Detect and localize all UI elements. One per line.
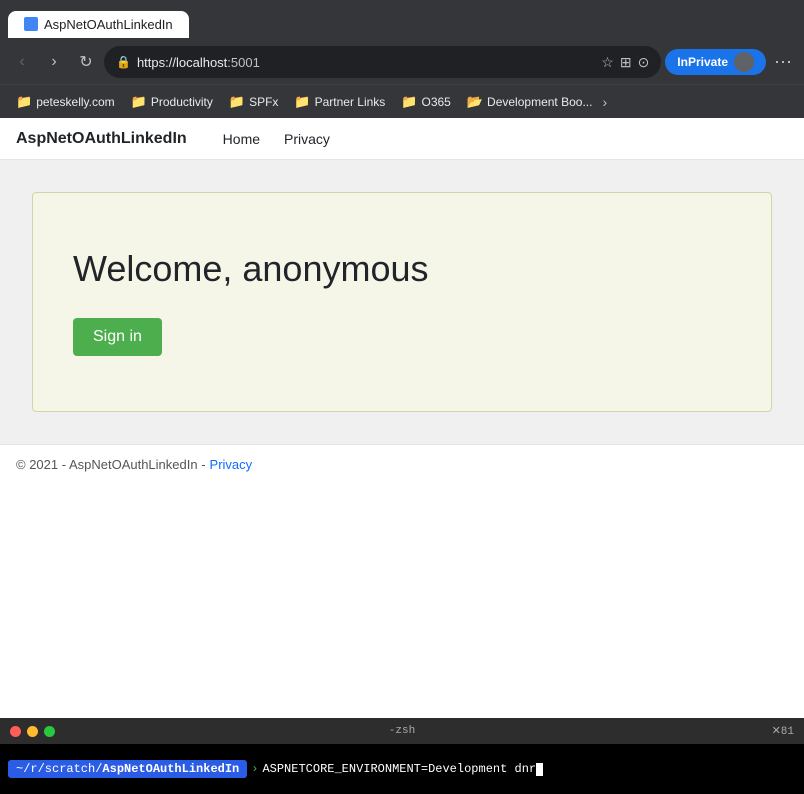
bookmark-peteskelly[interactable]: 📁 peteskelly.com	[8, 90, 123, 114]
terminal-minimize-dot[interactable]	[27, 726, 38, 737]
nav-home[interactable]: Home	[211, 123, 272, 155]
address-bar[interactable]: 🔒 https://localhost:5001 ☆ ⊞ ⊙	[104, 46, 661, 78]
avatar	[734, 52, 754, 72]
bookmarks-bar: 📁 peteskelly.com 📁 Productivity 📁 SPFx 📁…	[0, 84, 804, 118]
terminal-arrow: ›	[251, 762, 258, 776]
terminal-titlebar: -zsh ✕81	[0, 718, 804, 744]
more-button[interactable]: ⋯	[770, 52, 796, 73]
url-port: :5001	[227, 55, 260, 70]
bookmark-label: Partner Links	[315, 95, 386, 109]
terminal-size: ✕81	[772, 724, 794, 738]
terminal-path-base: ~/r/scratch/	[16, 762, 102, 776]
terminal-maximize-dot[interactable]	[44, 726, 55, 737]
bookmark-partner-links[interactable]: 📁 Partner Links	[286, 90, 393, 114]
main-content-card: Welcome, anonymous Sign in	[32, 192, 772, 412]
terminal-cursor	[536, 763, 543, 776]
tab-bar: AspNetOAuthLinkedIn	[0, 0, 804, 40]
nav-privacy[interactable]: Privacy	[272, 123, 342, 155]
refresh-button[interactable]: ↻	[72, 48, 100, 76]
inprivate-button[interactable]: InPrivate	[665, 49, 766, 75]
lock-icon: 🔒	[116, 55, 131, 69]
inprivate-label: InPrivate	[677, 55, 728, 69]
bookmark-label: O365	[422, 95, 451, 109]
back-button[interactable]: ‹	[8, 48, 36, 76]
star-icon[interactable]: ☆	[601, 54, 614, 71]
folder-icon: 📁	[229, 94, 245, 110]
profile-icon[interactable]: ⊙	[638, 54, 650, 71]
app-brand: AspNetOAuthLinkedIn	[16, 130, 187, 148]
welcome-heading: Welcome, anonymous	[73, 248, 731, 290]
app-nav: Home Privacy	[211, 123, 342, 155]
terminal-command: ASPNETCORE_ENVIRONMENT=Development dnr	[262, 762, 536, 776]
folder-icon: 📂	[467, 94, 483, 110]
bookmark-productivity[interactable]: 📁 Productivity	[123, 90, 221, 114]
collection-icon[interactable]: ⊞	[620, 54, 632, 71]
signin-button[interactable]: Sign in	[73, 318, 162, 356]
footer-privacy-link[interactable]: Privacy	[210, 457, 253, 472]
folder-icon: 📁	[16, 94, 32, 110]
bookmark-o365[interactable]: 📁 O365	[393, 90, 459, 114]
terminal-path-project: AspNetOAuthLinkedIn	[102, 762, 239, 776]
url-host: https://localhost	[137, 55, 227, 70]
url-display: https://localhost:5001	[137, 55, 595, 70]
app-header: AspNetOAuthLinkedIn Home Privacy	[0, 118, 804, 160]
terminal-path: ~/r/scratch/AspNetOAuthLinkedIn	[8, 760, 247, 778]
folder-icon: 📁	[294, 94, 310, 110]
navigation-bar: ‹ › ↻ 🔒 https://localhost:5001 ☆ ⊞ ⊙ InP…	[0, 40, 804, 84]
terminal-body[interactable]: ~/r/scratch/AspNetOAuthLinkedIn › ASPNET…	[0, 744, 804, 794]
bookmark-label: Development Boo...	[487, 95, 592, 109]
address-bar-icons: ☆ ⊞ ⊙	[601, 54, 649, 71]
terminal-close-dot[interactable]	[10, 726, 21, 737]
tab-title: AspNetOAuthLinkedIn	[44, 17, 173, 32]
bookmark-label: peteskelly.com	[36, 95, 114, 109]
footer-copyright: © 2021 - AspNetOAuthLinkedIn -	[16, 457, 206, 472]
bookmark-dev-boo[interactable]: 📂 Development Boo...	[459, 90, 601, 114]
tab-favicon	[24, 17, 38, 31]
bookmark-label: Productivity	[151, 95, 213, 109]
bookmark-spfx[interactable]: 📁 SPFx	[221, 90, 287, 114]
bookmarks-more-button[interactable]: ›	[602, 94, 607, 110]
folder-icon: 📁	[401, 94, 417, 110]
page-footer: © 2021 - AspNetOAuthLinkedIn - Privacy	[0, 444, 804, 484]
folder-icon: 📁	[131, 94, 147, 110]
forward-button[interactable]: ›	[40, 48, 68, 76]
terminal: -zsh ✕81 ~/r/scratch/AspNetOAuthLinkedIn…	[0, 718, 804, 794]
page-body: Welcome, anonymous Sign in	[0, 160, 804, 444]
terminal-dots	[10, 726, 55, 737]
bookmark-label: SPFx	[249, 95, 278, 109]
terminal-title: -zsh	[389, 725, 415, 737]
page-wrapper: AspNetOAuthLinkedIn Home Privacy Welcome…	[0, 118, 804, 718]
active-tab[interactable]: AspNetOAuthLinkedIn	[8, 11, 189, 38]
